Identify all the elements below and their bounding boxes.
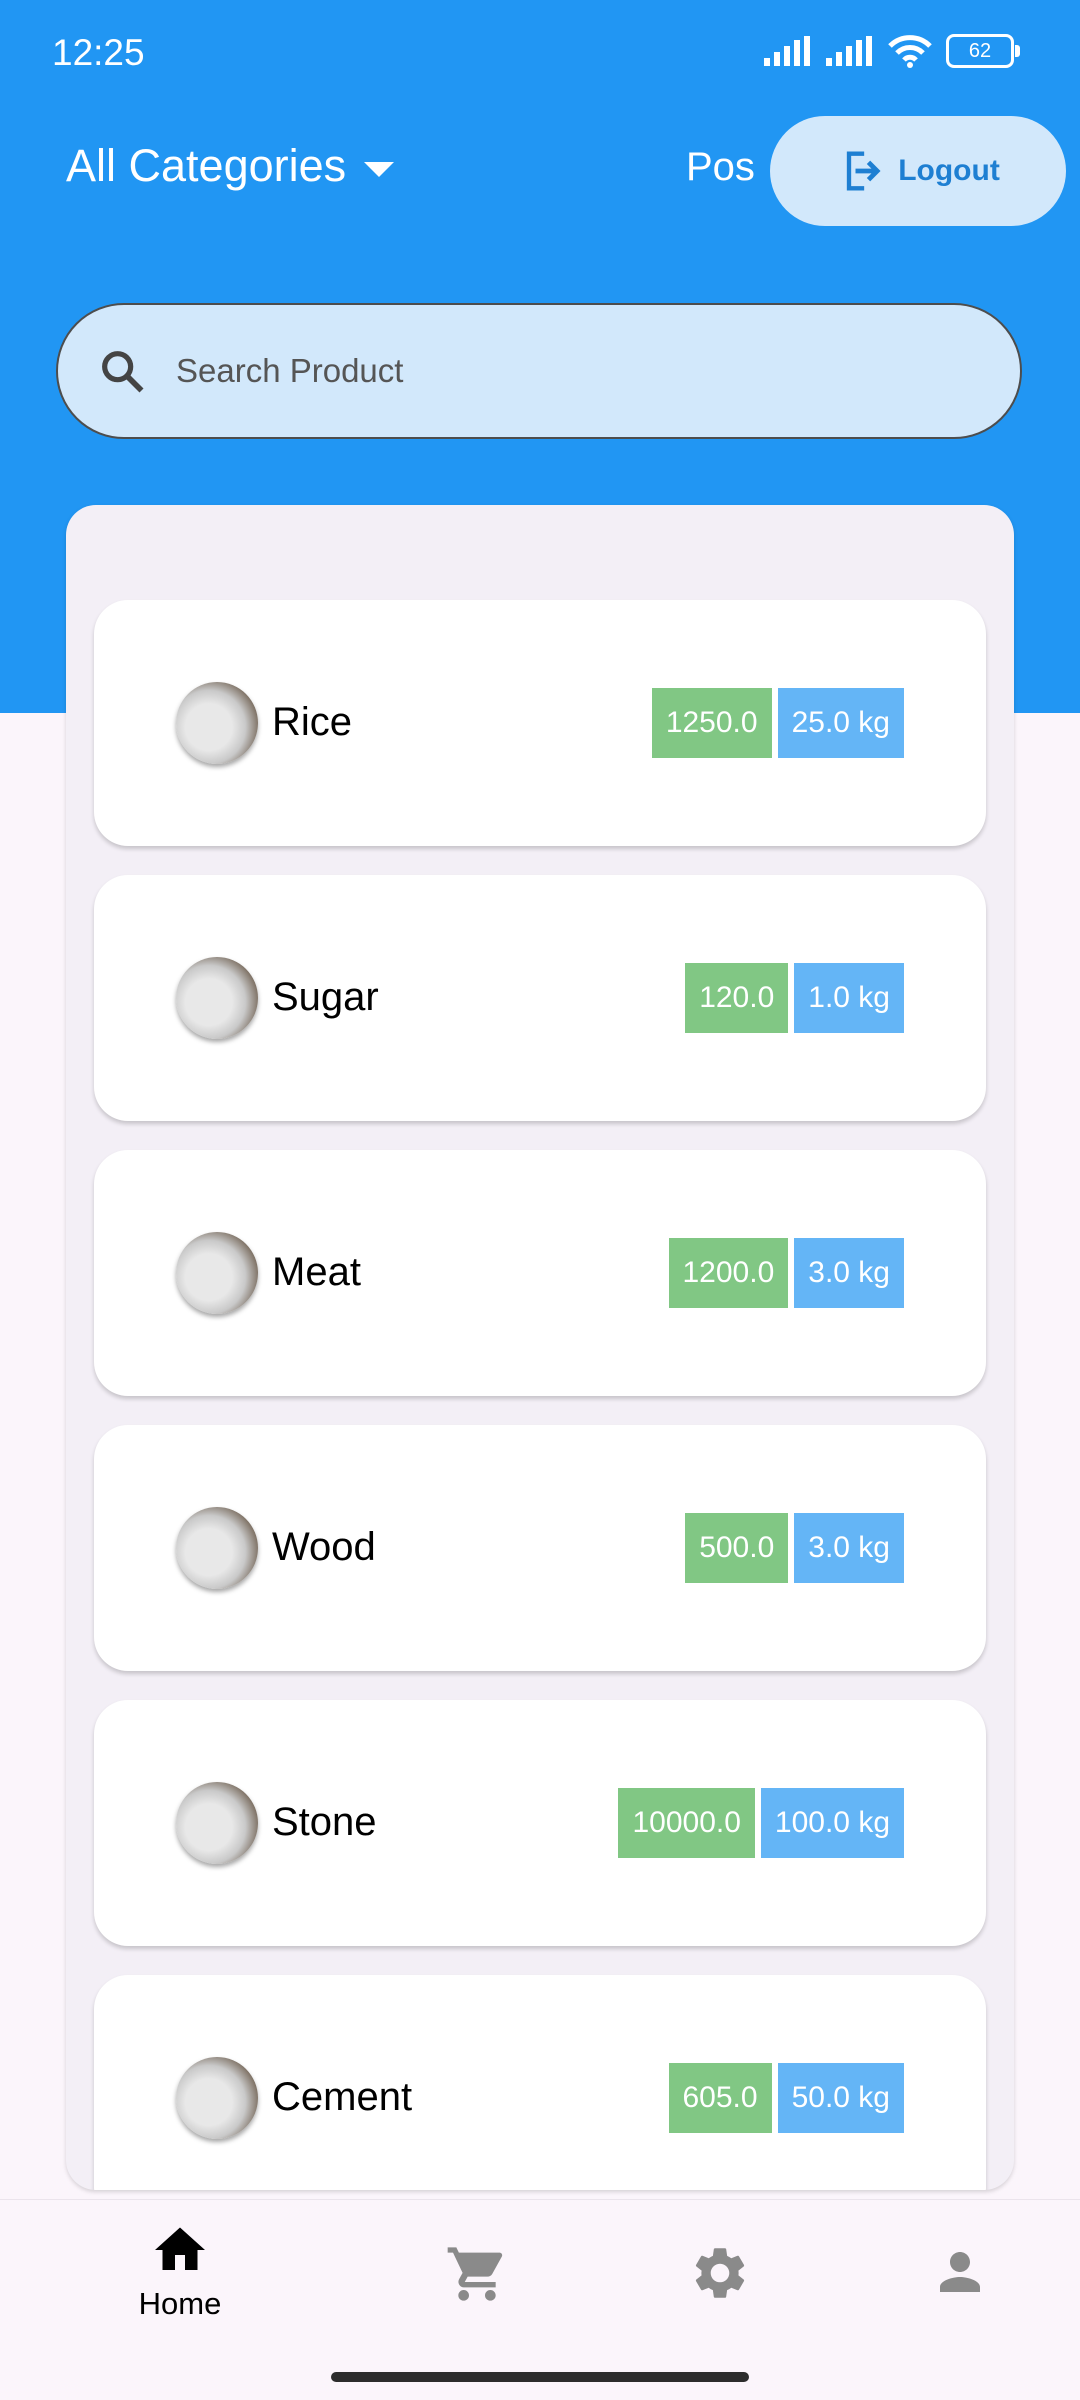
signal-icon-2 [826, 36, 872, 66]
category-dropdown[interactable]: All Categories [66, 140, 395, 192]
product-badges: 10000.0 100.0 kg [618, 1788, 904, 1858]
nav-home-label: Home [138, 2286, 222, 2321]
wifi-icon [888, 35, 932, 68]
battery-icon: 62 [946, 34, 1020, 68]
logout-icon [847, 151, 881, 191]
product-image [176, 2057, 258, 2139]
product-card[interactable]: Rice 1250.0 25.0 kg [94, 600, 986, 846]
product-image [176, 1507, 258, 1589]
price-badge: 500.0 [685, 1513, 789, 1583]
nav-cart[interactable] [377, 2220, 577, 2306]
caret-down-icon [364, 161, 395, 177]
product-card[interactable]: Stone 10000.0 100.0 kg [94, 1700, 986, 1946]
product-name: Wood [272, 1525, 376, 1569]
quantity-badge: 3.0 kg [794, 1513, 904, 1583]
price-badge: 605.0 [668, 2063, 772, 2133]
product-badges: 500.0 3.0 kg [685, 1513, 904, 1583]
product-badges: 605.0 50.0 kg [668, 2063, 904, 2133]
home-icon [155, 2227, 205, 2270]
pos-label[interactable]: Pos [686, 145, 755, 190]
product-card[interactable]: Sugar 120.0 1.0 kg [94, 875, 986, 1121]
logout-label: Logout [898, 154, 1000, 187]
quantity-badge: 100.0 kg [760, 1788, 904, 1858]
product-name: Rice [272, 700, 353, 744]
product-badges: 1200.0 3.0 kg [668, 1238, 904, 1308]
product-name: Stone [272, 1800, 377, 1844]
product-image [176, 1232, 258, 1314]
price-badge: 1200.0 [668, 1238, 789, 1308]
cart-icon [447, 2247, 503, 2301]
search-field[interactable]: Search Product [56, 303, 1022, 439]
logout-button[interactable]: Logout [770, 116, 1066, 226]
quantity-badge: 50.0 kg [777, 2063, 904, 2133]
status-bar: 12:25 62 [0, 0, 1080, 110]
product-image [176, 957, 258, 1039]
product-image [176, 1782, 258, 1864]
nav-profile[interactable] [860, 2220, 1060, 2302]
product-card[interactable]: Cement 605.0 50.0 kg [94, 1975, 986, 2190]
product-card[interactable]: Meat 1200.0 3.0 kg [94, 1150, 986, 1396]
quantity-badge: 1.0 kg [794, 963, 904, 1033]
status-icons: 62 [764, 34, 1020, 68]
product-list-panel[interactable]: Rice 1250.0 25.0 kg Sugar 120.0 1.0 kg M… [66, 505, 1014, 2190]
settings-icon [695, 2248, 745, 2298]
search-placeholder: Search Product [176, 352, 404, 389]
quantity-badge: 3.0 kg [794, 1238, 904, 1308]
product-name: Sugar [272, 975, 379, 1019]
price-badge: 10000.0 [618, 1788, 755, 1858]
category-label: All Categories [66, 140, 347, 191]
product-card[interactable]: Wood 500.0 3.0 kg [94, 1425, 986, 1671]
product-badges: 120.0 1.0 kg [685, 963, 904, 1033]
signal-icon [764, 36, 810, 66]
search-icon [102, 351, 144, 393]
bottom-navigation: Home [0, 2199, 1080, 2358]
status-time: 12:25 [52, 32, 145, 73]
product-image [176, 682, 258, 764]
nav-home[interactable]: Home [80, 2220, 280, 2322]
home-indicator [331, 2372, 749, 2382]
battery-level: 62 [968, 39, 992, 62]
product-name: Cement [272, 2075, 413, 2119]
profile-icon [940, 2252, 980, 2292]
price-badge: 1250.0 [651, 688, 772, 758]
quantity-badge: 25.0 kg [777, 688, 904, 758]
price-badge: 120.0 [685, 963, 789, 1033]
nav-settings[interactable] [620, 2220, 820, 2304]
product-name: Meat [272, 1250, 361, 1294]
product-badges: 1250.0 25.0 kg [651, 688, 904, 758]
